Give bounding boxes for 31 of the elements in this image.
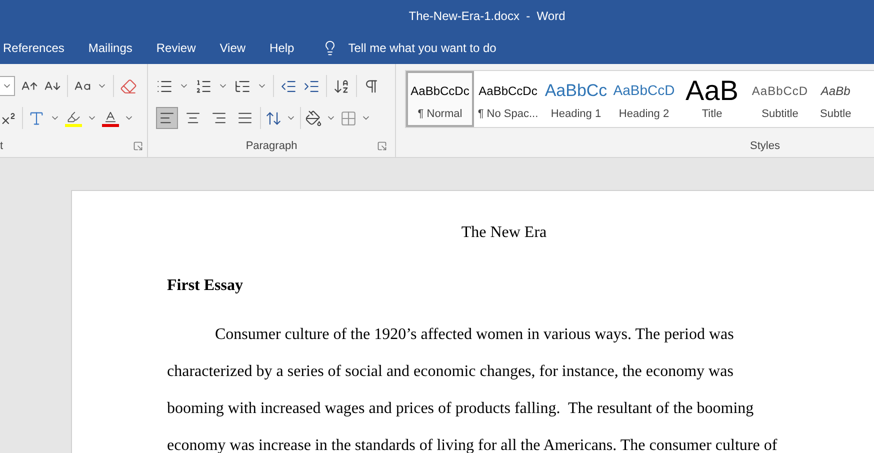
group-label: t [0, 138, 4, 154]
style-item[interactable]: AaB Title [678, 71, 746, 127]
document-title: The New Era [461, 223, 547, 243]
group-label: Paragraph [246, 138, 298, 154]
shading-icon[interactable] [305, 110, 322, 126]
dialog-launcher-icon[interactable] [377, 140, 387, 151]
style-item[interactable]: AaBbCcDc ¶ No Spac... [474, 71, 542, 127]
numbering-icon[interactable] [195, 78, 212, 94]
ribbon-tab[interactable]: Review [156, 39, 196, 57]
ribbon-tab[interactable]: Mailings [88, 39, 132, 57]
pilcrow-icon[interactable] [363, 78, 380, 94]
style-item[interactable]: AaBbCc Heading 1 [542, 71, 610, 127]
dialog-launcher-icon[interactable] [133, 140, 143, 151]
eraser-icon[interactable] [120, 78, 137, 94]
tell-me-field[interactable]: Tell me what you want to do [348, 39, 548, 57]
ribbon-tab[interactable]: View [220, 39, 246, 57]
style-item[interactable]: AaBbCcDc ¶ Normal [406, 71, 474, 127]
sort-icon[interactable] [333, 78, 350, 94]
font-color-icon[interactable] [102, 110, 119, 126]
essay-heading: First Essay [167, 277, 243, 294]
style-item[interactable]: AaBb Subtle [814, 71, 858, 127]
window-title: The-New-Era-1.docx - Word [408, 8, 566, 25]
group-label: Styles [750, 138, 780, 154]
highlighter-icon[interactable] [65, 110, 82, 126]
ribbon-tab[interactable]: References [3, 39, 64, 57]
line-spacing-icon[interactable] [265, 110, 282, 126]
text-effects-icon[interactable] [28, 110, 45, 126]
style-item[interactable]: AaBbCcD Subtitle [746, 71, 814, 127]
style-item[interactable]: AaBbCcD Heading 2 [610, 71, 678, 127]
borders-icon[interactable] [340, 110, 357, 126]
ribbon-tab[interactable]: Help [270, 39, 294, 57]
